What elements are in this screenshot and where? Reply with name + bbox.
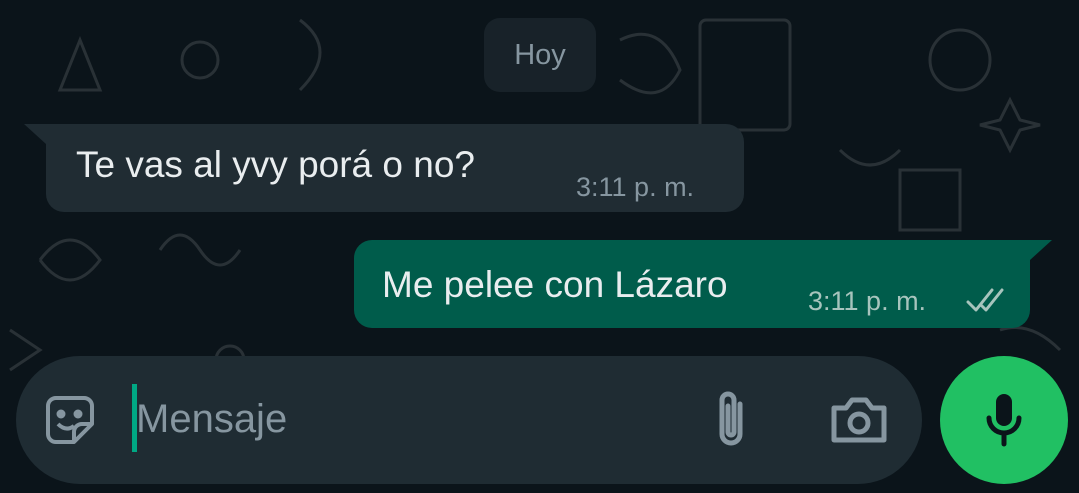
message-composer bbox=[16, 356, 922, 484]
message-timestamp: 3:11 p. m. bbox=[808, 286, 927, 316]
camera-icon[interactable] bbox=[828, 392, 890, 448]
sticker-emoji-icon[interactable] bbox=[42, 392, 98, 448]
message-text: Me pelee con Lázaro bbox=[382, 264, 728, 305]
message-bubble-outgoing[interactable]: Me pelee con Lázaro 3:11 p. m. bbox=[354, 240, 1052, 328]
date-separator: Hoy bbox=[484, 18, 596, 92]
bubble-tail bbox=[1030, 240, 1052, 260]
bubble-tail bbox=[24, 124, 46, 144]
microphone-button[interactable] bbox=[940, 356, 1068, 484]
message-bubble-incoming[interactable]: Te vas al yvy porá o no? 3:11 p. m. bbox=[24, 124, 744, 212]
double-check-icon bbox=[966, 288, 1004, 312]
microphone-icon bbox=[986, 394, 1022, 447]
paperclip-icon[interactable] bbox=[706, 388, 756, 452]
message-text: Te vas al yvy porá o no? bbox=[76, 144, 475, 185]
message-timestamp: 3:11 p. m. bbox=[576, 172, 695, 202]
message-input[interactable] bbox=[136, 384, 656, 454]
